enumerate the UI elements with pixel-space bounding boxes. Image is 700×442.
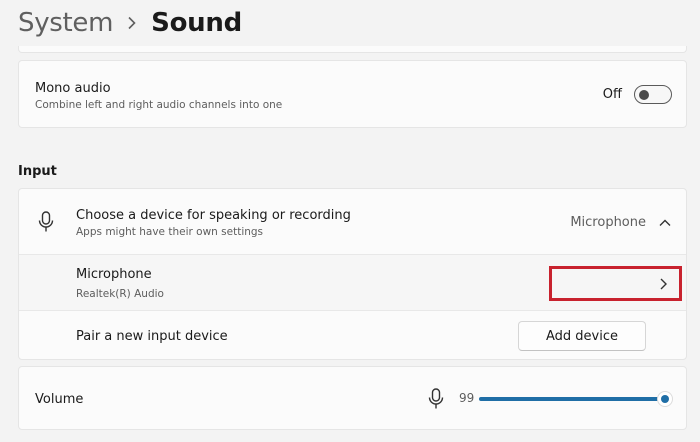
mono-audio-toggle[interactable] bbox=[634, 85, 672, 104]
choose-device-text: Choose a device for speaking or recordin… bbox=[76, 208, 351, 238]
volume-slider-thumb-dot bbox=[661, 395, 669, 403]
device-detail: Realtek(R) Audio bbox=[76, 288, 164, 300]
choose-device-description: Apps might have their own settings bbox=[76, 226, 264, 238]
breadcrumb-system-link[interactable]: System bbox=[18, 8, 113, 38]
previous-setting-card bbox=[18, 46, 687, 53]
add-device-button[interactable]: Add device bbox=[518, 321, 646, 351]
sound-settings-page: System Sound Mono audio Combine left and… bbox=[0, 0, 700, 442]
toggle-knob bbox=[639, 89, 649, 100]
chevron-right-icon bbox=[127, 16, 137, 30]
selected-input-device: Microphone bbox=[570, 215, 646, 230]
volume-slider-thumb[interactable] bbox=[657, 391, 673, 407]
microphone-device-row[interactable]: Microphone Realtek(R) Audio bbox=[19, 255, 686, 311]
mono-audio-toggle-group: Off bbox=[603, 85, 672, 104]
mono-audio-text: Mono audio Combine left and right audio … bbox=[35, 81, 282, 111]
breadcrumb: System Sound bbox=[18, 6, 242, 40]
microphone-icon bbox=[428, 388, 444, 410]
mono-audio-title: Mono audio bbox=[35, 81, 111, 96]
chevron-right-icon[interactable] bbox=[657, 276, 669, 290]
input-settings-group: Choose a device for speaking or recordin… bbox=[18, 188, 687, 360]
device-name: Microphone bbox=[76, 267, 152, 282]
page-title: Sound bbox=[151, 8, 242, 38]
volume-slider-track bbox=[479, 397, 665, 401]
pair-input-device-row: Pair a new input device Add device bbox=[19, 311, 686, 359]
choose-device-title: Choose a device for speaking or recordin… bbox=[76, 208, 351, 223]
mono-audio-card: Mono audio Combine left and right audio … bbox=[18, 60, 687, 128]
input-volume-card: Volume 99 bbox=[18, 366, 687, 430]
pair-device-label: Pair a new input device bbox=[76, 329, 228, 344]
microphone-device-text: Microphone Realtek(R) Audio bbox=[76, 267, 164, 300]
volume-slider[interactable] bbox=[479, 391, 675, 407]
toggle-state-label: Off bbox=[602, 87, 622, 102]
choose-input-device-row[interactable]: Choose a device for speaking or recordin… bbox=[19, 189, 686, 255]
volume-value: 99 bbox=[459, 391, 475, 405]
volume-label: Volume bbox=[35, 392, 84, 407]
chevron-up-icon[interactable] bbox=[658, 215, 672, 229]
microphone-icon bbox=[38, 211, 54, 233]
mono-audio-description: Combine left and right audio channels in… bbox=[35, 99, 283, 111]
input-section-heading: Input bbox=[18, 164, 57, 179]
